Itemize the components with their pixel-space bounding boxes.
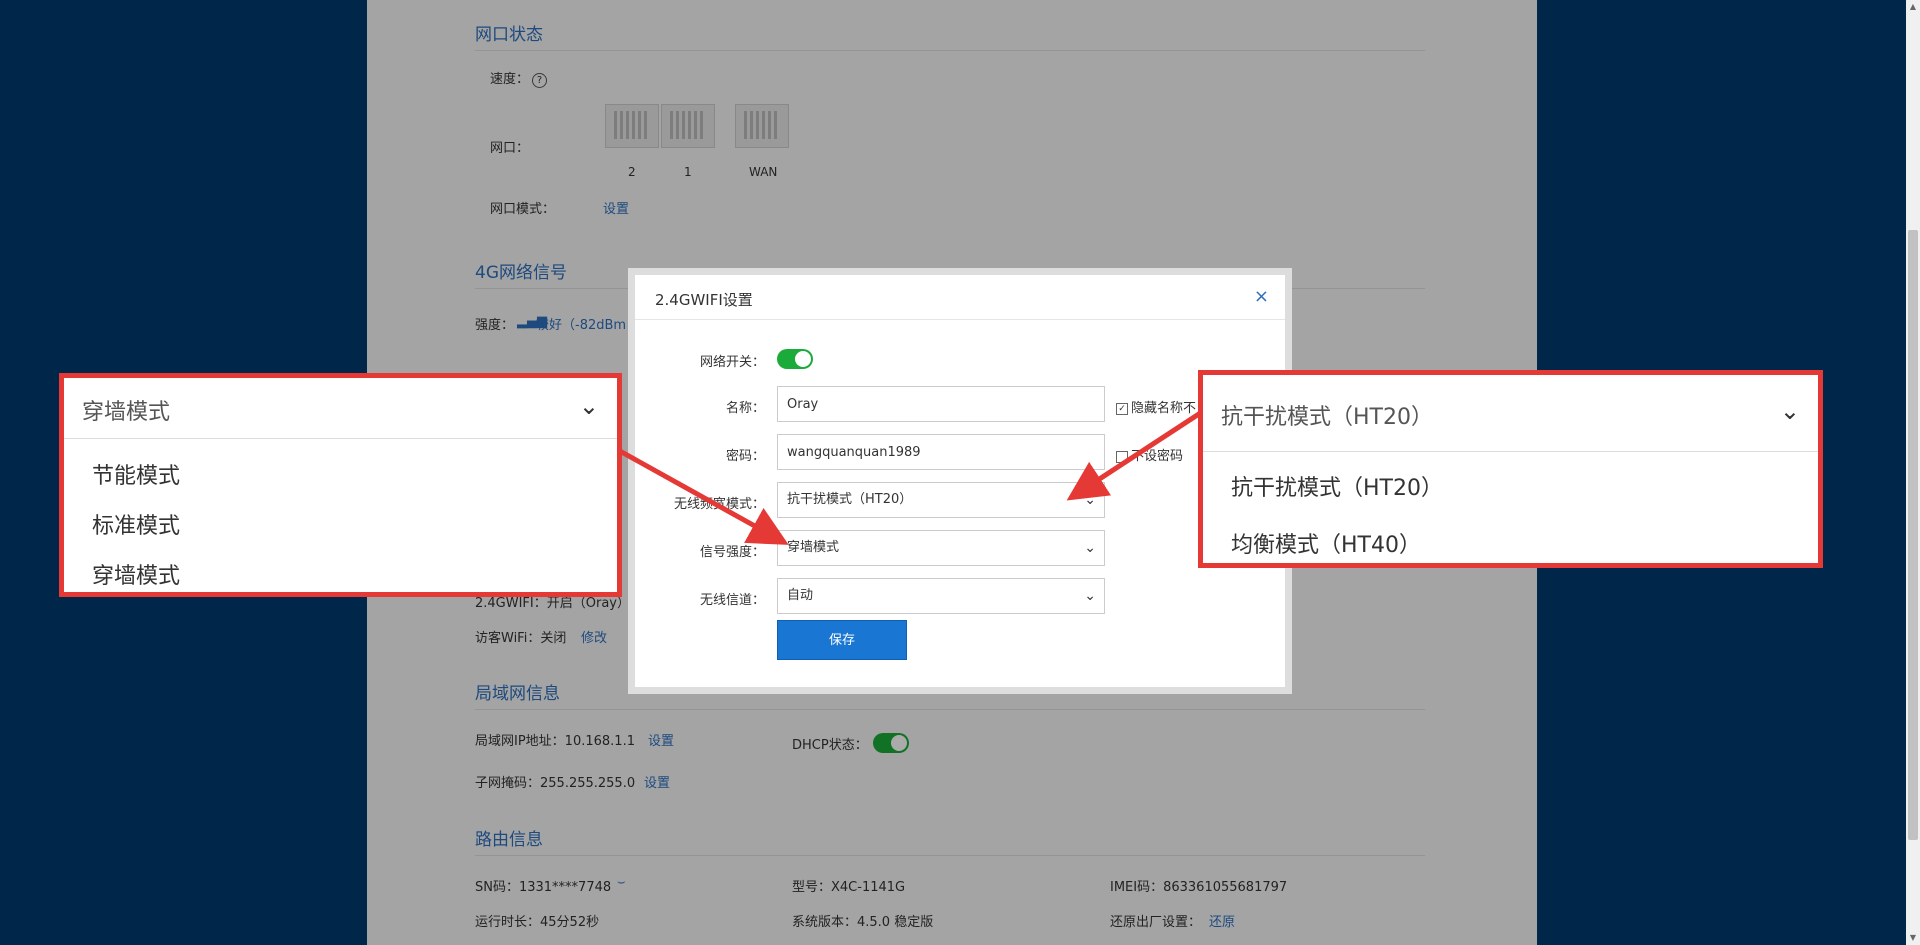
dropdown-option[interactable]: 节能模式 [92, 458, 180, 490]
wifi-password-input[interactable] [777, 434, 1105, 470]
close-icon[interactable]: × [1254, 286, 1269, 307]
signal-strength-dropdown-callout: 穿墙模式 ⌄ 节能模式 标准模式 穿墙模式 [59, 373, 622, 597]
network-switch-toggle[interactable] [777, 349, 813, 369]
name-label: 名称： [725, 401, 765, 416]
save-button[interactable]: 保存 [777, 620, 907, 660]
channel-select[interactable]: 自动 ⌄ [777, 578, 1105, 614]
scroll-down-icon[interactable]: ▼ [1906, 931, 1920, 945]
channel-label: 无线信道： [699, 593, 765, 608]
switch-label: 网络开关： [699, 355, 765, 370]
callout-selected-value: 抗干扰模式（HT20） [1221, 405, 1433, 430]
checkbox-icon[interactable] [1116, 450, 1128, 463]
dialog-title: 2.4GWIFI设置 [655, 291, 753, 309]
scroll-up-icon[interactable]: ▲ [1906, 0, 1920, 14]
checkbox-checked-icon[interactable]: ✓ [1116, 402, 1128, 415]
scrollbar-thumb[interactable] [1908, 230, 1918, 840]
chevron-down-icon: ⌄ [1084, 540, 1096, 556]
password-label: 密码： [725, 449, 765, 464]
dropdown-option[interactable]: 穿墙模式 [92, 558, 180, 590]
callout-select-header[interactable]: 穿墙模式 ⌄ [64, 378, 617, 439]
dropdown-option[interactable]: 标准模式 [92, 508, 180, 540]
dropdown-option[interactable]: 抗干扰模式（HT20） [1231, 470, 1443, 502]
bandwidth-dropdown-callout: 抗干扰模式（HT20） ⌄ 抗干扰模式（HT20） 均衡模式（HT40） [1198, 370, 1823, 568]
dropdown-option[interactable]: 均衡模式（HT40） [1231, 527, 1421, 559]
chevron-down-icon: ⌄ [1779, 397, 1800, 425]
bandwidth-label: 无线频宽模式： [673, 497, 765, 512]
no-password-checkbox[interactable]: 不设密码 [1116, 445, 1183, 464]
callout-selected-value: 穿墙模式 [82, 400, 171, 425]
scrollbar[interactable]: ▲ ▼ [1906, 0, 1920, 945]
hide-name-checkbox[interactable]: ✓ 隐藏名称不 [1116, 397, 1196, 416]
callout-select-header[interactable]: 抗干扰模式（HT20） ⌄ [1203, 375, 1818, 452]
signal-strength-select[interactable]: 穿墙模式 ⌄ [777, 530, 1105, 566]
dialog-header: 2.4GWIFI设置 × [635, 275, 1285, 320]
signal-strength-label: 信号强度： [699, 545, 765, 560]
chevron-down-icon: ⌄ [1084, 492, 1096, 508]
wifi-settings-dialog: 2.4GWIFI设置 × 网络开关： 名称： ✓隐藏名称不 密码： 不设密码 无… [628, 268, 1292, 694]
wifi-name-input[interactable] [777, 386, 1105, 422]
chevron-down-icon: ⌄ [1084, 588, 1096, 604]
chevron-down-icon: ⌄ [578, 392, 599, 420]
bandwidth-select[interactable]: 抗干扰模式（HT20） ⌄ [777, 482, 1105, 518]
